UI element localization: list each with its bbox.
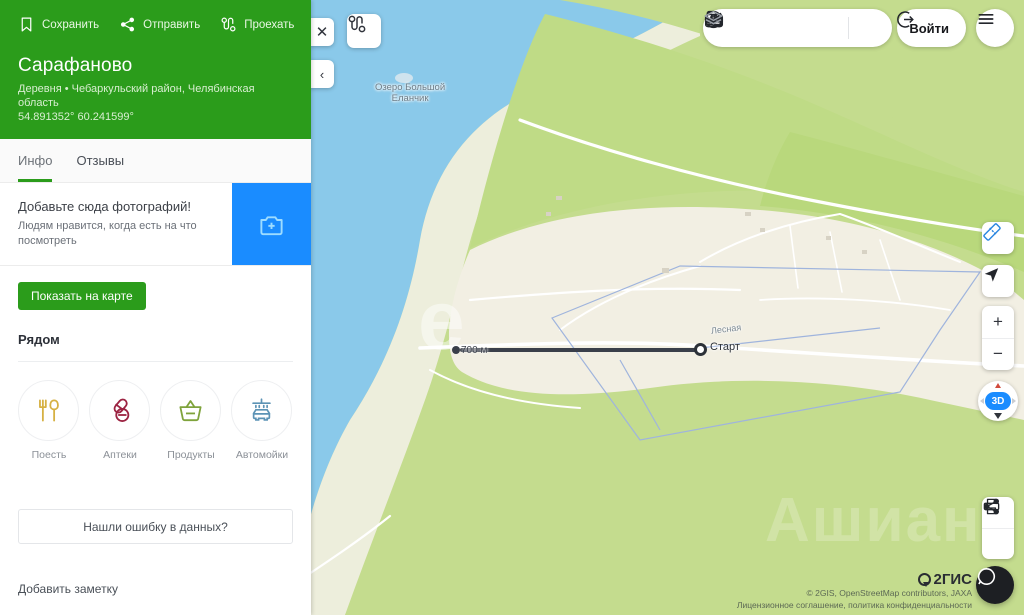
close-panel-button[interactable]: ✕ xyxy=(310,18,334,46)
add-note-link[interactable]: Добавить заметку xyxy=(18,582,118,596)
zoom-in-button[interactable]: + xyxy=(982,306,1014,339)
nearby-items: Поесть Аптеки Продукты Автомойки xyxy=(18,380,293,461)
send-place-label: Отправить xyxy=(143,18,201,31)
hamburger-icon xyxy=(978,14,994,24)
carwash-icon xyxy=(252,398,271,421)
compass-east-icon xyxy=(1012,398,1016,404)
basket-icon xyxy=(179,400,202,422)
save-place-label: Сохранить xyxy=(42,18,100,31)
layers-tool-button[interactable] xyxy=(704,10,886,44)
bookmark-icon xyxy=(21,17,32,32)
collapse-panel-button[interactable]: ‹ xyxy=(310,60,334,88)
prices-tool-button[interactable] xyxy=(704,10,809,44)
map-tools-bar[interactable] xyxy=(703,9,892,47)
transport-tool-button[interactable] xyxy=(704,12,775,44)
zoom-out-button[interactable]: − xyxy=(982,339,1014,371)
add-photo-text: Добавьте сюда фотографий! Людям нравится… xyxy=(0,183,232,265)
place-card-header: Сохранить Отправить Проехать Сарафаново … xyxy=(0,0,311,139)
report-data-error-button[interactable]: Нашли ошибку в данных? xyxy=(18,509,293,544)
place-actions: Сохранить Отправить Проехать xyxy=(18,16,294,33)
place-title: Сарафаново xyxy=(18,55,133,76)
place-tabs: Инфо Отзывы xyxy=(0,139,311,183)
print-icon xyxy=(983,498,1000,515)
route-icon xyxy=(221,17,236,32)
nearby-icon-circle xyxy=(18,380,79,441)
zoom-controls[interactable]: + − xyxy=(982,306,1014,370)
map-share-print-group[interactable] xyxy=(982,497,1014,559)
main-menu-button[interactable] xyxy=(976,9,1014,47)
show-on-map-button[interactable]: Показать на карте xyxy=(18,282,146,310)
nearby-label: Продукты xyxy=(167,449,215,461)
add-photo-title: Добавьте сюда фотографий! xyxy=(18,199,191,214)
locate-arrow-icon xyxy=(984,268,999,282)
locate-me-button[interactable] xyxy=(982,265,1014,297)
ruler-icon xyxy=(983,223,1001,241)
layers-icon xyxy=(704,10,723,25)
pills-icon xyxy=(113,398,130,422)
route-start-label: Старт xyxy=(710,341,740,353)
compass-north-icon xyxy=(995,383,1001,388)
nearby-title: Рядом xyxy=(18,332,60,347)
tab-reviews[interactable]: Отзывы xyxy=(76,139,124,182)
measure-route-line[interactable] xyxy=(452,346,700,354)
close-icon: ✕ xyxy=(315,24,329,41)
place-subtitle: Деревня • Чебаркульский район, Челябинск… xyxy=(18,83,255,109)
drive-to-label: Проехать xyxy=(244,18,295,31)
chevron-left-icon: ‹ xyxy=(319,66,325,82)
place-card-sidebar: Сохранить Отправить Проехать Сарафаново … xyxy=(0,0,311,615)
nearby-item-carwash[interactable]: Автомойки xyxy=(231,380,293,461)
toggle-3d-button[interactable]: 3D xyxy=(985,392,1011,410)
measure-tool-button[interactable] xyxy=(982,222,1014,254)
compass-3d-control[interactable]: 3D xyxy=(978,381,1018,421)
map-app-window: e Ашиан Озеро Большой Еланчик Лесная 700… xyxy=(0,0,1024,615)
add-photo-button[interactable] xyxy=(232,183,311,265)
place-coordinates: 54.891352° 60.241599° xyxy=(18,111,134,123)
send-place-button[interactable]: Отправить xyxy=(119,16,200,33)
drive-to-button[interactable]: Проехать xyxy=(220,16,294,33)
nearby-item-groceries[interactable]: Продукты xyxy=(160,380,222,461)
map-print-button[interactable] xyxy=(982,498,1014,560)
login-arrow-icon xyxy=(897,11,915,28)
nearby-icon-circle xyxy=(231,380,292,441)
support-chat-button[interactable] xyxy=(976,566,1014,604)
add-photo-icon xyxy=(260,215,283,235)
cutlery-icon xyxy=(39,399,59,422)
traffic-tool-button[interactable] xyxy=(704,12,843,44)
add-photo-subtitle: Людям нравится, когда есть на что посмот… xyxy=(18,220,197,247)
nearby-section: Рядом Поесть Аптеки Продукты Автомойки xyxy=(0,310,311,461)
share-icon xyxy=(121,17,135,32)
compass-south-icon xyxy=(994,413,1002,419)
measure-distance-label: 700 м xyxy=(461,345,488,356)
nearby-divider xyxy=(18,361,293,362)
nearby-icon-circle xyxy=(89,380,150,441)
compass-west-icon xyxy=(980,398,984,404)
show-on-map-wrap: Показать на карте xyxy=(0,266,311,310)
route-start-point[interactable] xyxy=(694,343,707,356)
save-place-button[interactable]: Сохранить xyxy=(18,16,99,33)
nearby-label: Поесть xyxy=(31,449,67,461)
add-photo-promo: Добавьте сюда фотографий! Людям нравится… xyxy=(0,183,311,266)
tab-info[interactable]: Инфо xyxy=(18,139,53,182)
nearby-icon-circle xyxy=(160,380,221,441)
nearby-label: Аптеки xyxy=(103,449,137,461)
nearby-item-food[interactable]: Поесть xyxy=(18,380,80,461)
toolbar-divider xyxy=(848,17,849,39)
route-icon xyxy=(348,15,366,33)
nearby-label: Автомойки xyxy=(235,449,289,461)
login-button[interactable]: Войти xyxy=(897,9,966,47)
route-builder-button[interactable] xyxy=(347,14,381,48)
nearby-item-pharmacy[interactable]: Аптеки xyxy=(89,380,151,461)
chat-bubble-icon xyxy=(977,568,996,585)
